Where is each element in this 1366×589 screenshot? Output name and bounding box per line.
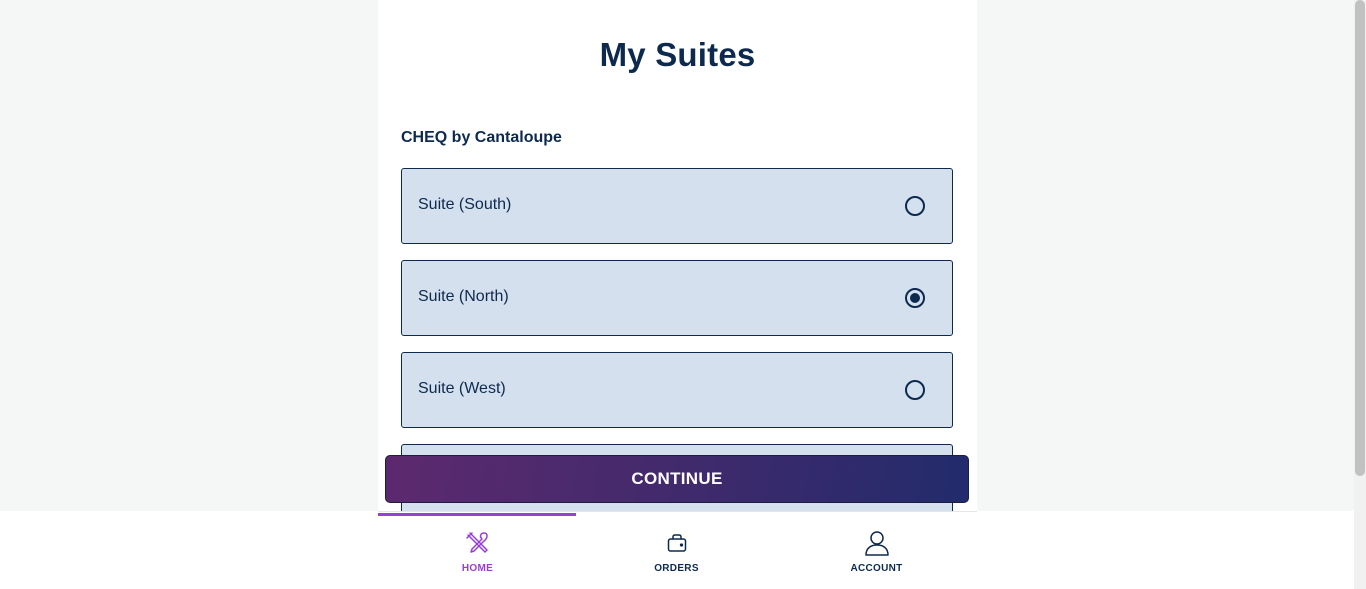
nav-item-orders[interactable]: ORDERS [577,516,776,589]
radio-dot [910,293,920,303]
nav-label: ACCOUNT [850,563,903,574]
suite-option-south[interactable]: Suite (South) [401,168,953,244]
nav-item-account[interactable]: ACCOUNT [777,516,976,589]
venue-name: CHEQ by Cantaloupe [401,129,562,146]
suite-option-north[interactable]: Suite (North) [401,260,953,336]
nav-divider [378,511,977,512]
user-icon [864,530,890,556]
radio-button[interactable] [905,196,925,216]
suites-panel: My Suites CHEQ by Cantaloupe Suite (Sout… [378,0,977,511]
continue-button[interactable]: CONTINUE [385,455,969,503]
page-title: My Suites [599,36,756,73]
suite-label: Suite (North) [418,288,509,305]
nav-item-home[interactable]: HOME [378,516,577,589]
nav-label: ORDERS [654,563,699,574]
suite-option-west[interactable]: Suite (West) [401,352,953,428]
suite-label: Suite (West) [418,380,506,397]
nav-label: HOME [461,563,494,574]
utensils-icon [465,530,491,556]
scrollbar-thumb[interactable] [1355,0,1365,476]
radio-button[interactable] [905,380,925,400]
bag-icon [666,530,688,556]
suite-label: Suite (South) [418,196,512,213]
radio-button-selected[interactable] [905,288,925,308]
